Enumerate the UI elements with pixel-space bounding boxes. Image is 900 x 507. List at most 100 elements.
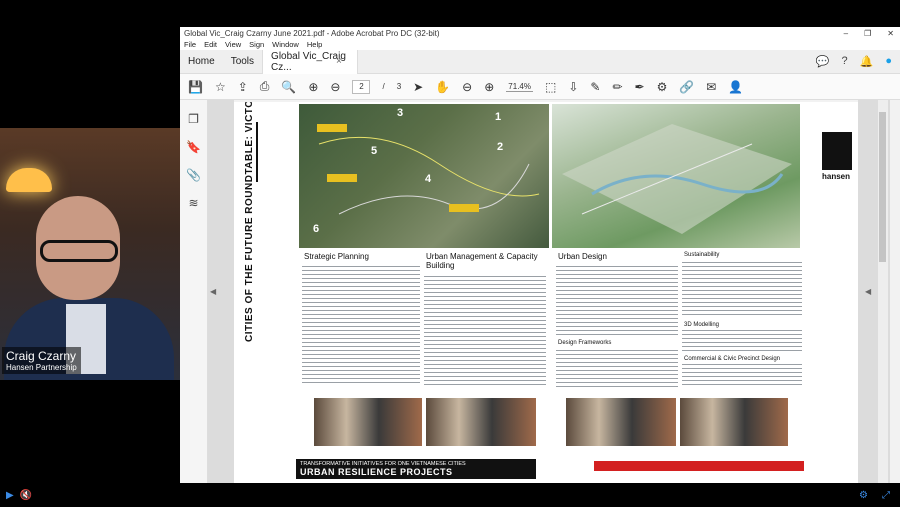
heading-commercial-civic: Commercial & Civic Precinct Design (684, 356, 781, 362)
hansen-logo (822, 132, 852, 170)
restore-button[interactable]: ❐ (864, 29, 871, 38)
menu-edit[interactable]: Edit (204, 40, 217, 49)
upload-icon[interactable]: ⇪ (238, 80, 248, 94)
title-rule (256, 122, 258, 182)
select-cursor-icon[interactable]: ➤ (413, 80, 423, 94)
expand-right-icon[interactable]: ◀ (865, 287, 871, 296)
page-thumbnails-icon[interactable]: ❐ (188, 112, 199, 126)
menu-help[interactable]: Help (307, 40, 322, 49)
tab-close-button[interactable]: × (328, 50, 350, 74)
urban-management-text (424, 276, 546, 386)
photo-design-review (680, 398, 788, 446)
minimize-button[interactable]: – (844, 29, 848, 38)
tab-bar: Home Tools Global Vic_Craig Cz... × 💬 ? … (180, 49, 900, 74)
hansen-logo-text: hansen (822, 172, 851, 181)
scroll-mode-icon[interactable]: ⇩ (568, 80, 578, 94)
map-label-3: 3 (397, 107, 403, 119)
design-frameworks-text (556, 350, 678, 390)
play-icon[interactable]: ▶ (6, 490, 14, 501)
video-control-bar: ▶ 🔇 ⚙ ⤢ (0, 483, 900, 507)
heading-3d-modelling: 3D Modelling (684, 322, 720, 328)
heading-urban-design: Urban Design (558, 252, 607, 261)
aerial-render-overlay (562, 124, 792, 234)
footer-banner: TRANSFORMATIVE INITIATIVES FOR ONE VIETN… (296, 459, 536, 479)
settings-icon[interactable]: ⚙ (859, 490, 868, 501)
layers-icon[interactable]: ≋ (188, 196, 198, 210)
fullscreen-icon[interactable]: ⤢ (882, 490, 890, 501)
participant-video: Craig Czarny Hansen Partnership (0, 128, 180, 380)
window-title: Global Vic_Craig Czarny June 2021.pdf - … (184, 28, 440, 38)
zoom-level[interactable]: 71.4% (506, 82, 533, 92)
menu-file[interactable]: File (184, 40, 196, 49)
page-down-icon[interactable]: ⊖ (330, 80, 340, 94)
lamp (6, 168, 52, 192)
urban-design-text (556, 266, 678, 336)
map-label-1: 1 (495, 111, 501, 123)
comment-icon[interactable]: 💬 (816, 55, 830, 68)
toolbar: 💾 ☆ ⇪ ⎙ 🔍 ⊕ ⊖ 2 / 3 ➤ ✋ ⊖ ⊕ 71.4% ⬚ ⇩ ✎ … (180, 74, 900, 100)
heading-strategic-planning: Strategic Planning (304, 252, 369, 261)
save-icon[interactable]: 💾 (188, 80, 203, 94)
add-comment-icon[interactable]: ✎ (590, 80, 600, 94)
participant-company: Hansen Partnership (6, 363, 77, 372)
3d-modelling-text (682, 330, 802, 352)
account-icon[interactable]: ● (885, 55, 892, 68)
screen: Craig Czarny Hansen Partnership Global V… (0, 0, 900, 507)
heading-design-frameworks: Design Frameworks (558, 340, 612, 346)
page-total: 3 (396, 82, 402, 91)
menu-sign[interactable]: Sign (249, 40, 264, 49)
banner-title: URBAN RESILIENCE PROJECTS (300, 467, 453, 477)
heading-urban-management: Urban Management & Capacity Building (426, 252, 538, 270)
highlight-icon[interactable]: ✏ (612, 80, 622, 94)
photo-presentation (566, 398, 676, 446)
star-icon[interactable]: ☆ (215, 80, 226, 94)
map-label-6: 6 (313, 223, 319, 235)
hand-tool-icon[interactable]: ✋ (435, 80, 450, 94)
close-window-button[interactable]: ✕ (887, 29, 894, 38)
mail-icon[interactable]: ✉ (706, 80, 716, 94)
sign-icon[interactable]: ✒ (635, 80, 645, 94)
participant-name: Craig Czarny (6, 349, 77, 363)
print-icon[interactable]: ⎙ (260, 79, 270, 94)
sustainability-text (682, 262, 802, 318)
collapse-left-icon[interactable]: ◀ (210, 287, 216, 296)
share-icon[interactable]: ⚙ (657, 80, 668, 94)
site-map-overlay: 3 1 2 5 4 6 (313, 107, 540, 235)
link-icon[interactable]: 🔗 (679, 80, 694, 94)
bell-icon[interactable]: 🔔 (860, 55, 874, 68)
mute-icon[interactable]: 🔇 (20, 490, 32, 501)
commercial-civic-text (682, 364, 802, 388)
map-label-4: 4 (425, 173, 432, 185)
strategic-planning-text (302, 266, 420, 386)
vertical-title: CITIES OF THE FUTURE ROUNDTABLE: VICTORI… (244, 102, 255, 342)
aerial-render-image (552, 104, 800, 248)
menu-view[interactable]: View (225, 40, 241, 49)
photo-group-meeting (314, 398, 422, 446)
title-bar: Global Vic_Craig Czarny June 2021.pdf - … (180, 27, 900, 39)
photo-workshop (426, 398, 536, 446)
pdf-page: CITIES OF THE FUTURE ROUNDTABLE: VICTORI… (234, 102, 858, 483)
fit-page-icon[interactable]: ⬚ (545, 80, 556, 94)
site-map-image: 3 1 2 5 4 6 (299, 104, 549, 248)
add-user-icon[interactable]: 👤 (728, 80, 743, 94)
tab-tools[interactable]: Tools (223, 50, 262, 74)
footer-red-bar (594, 461, 804, 471)
attachment-icon[interactable]: 📎 (186, 168, 201, 182)
map-label-2: 2 (497, 141, 503, 153)
scrollbar-thumb[interactable] (879, 112, 886, 262)
zoom-in-icon[interactable]: ⊕ (484, 80, 494, 94)
participant-name-tag: Craig Czarny Hansen Partnership (2, 347, 81, 374)
menu-window[interactable]: Window (272, 40, 299, 49)
help-icon[interactable]: ? (842, 55, 848, 68)
tab-home[interactable]: Home (180, 50, 223, 74)
page-number-input[interactable]: 2 (352, 79, 371, 94)
menu-bar: File Edit View Sign Window Help (180, 39, 900, 50)
bookmark-icon[interactable]: 🔖 (186, 140, 201, 154)
page-separator: / (382, 82, 385, 91)
search-icon[interactable]: 🔍 (281, 80, 296, 94)
banner-subtitle: TRANSFORMATIVE INITIATIVES FOR ONE VIETN… (300, 461, 466, 467)
page-up-icon[interactable]: ⊕ (308, 80, 318, 94)
zoom-out-icon[interactable]: ⊖ (462, 80, 472, 94)
person-glasses (40, 240, 118, 262)
acrobat-window: Global Vic_Craig Czarny June 2021.pdf - … (180, 27, 900, 483)
